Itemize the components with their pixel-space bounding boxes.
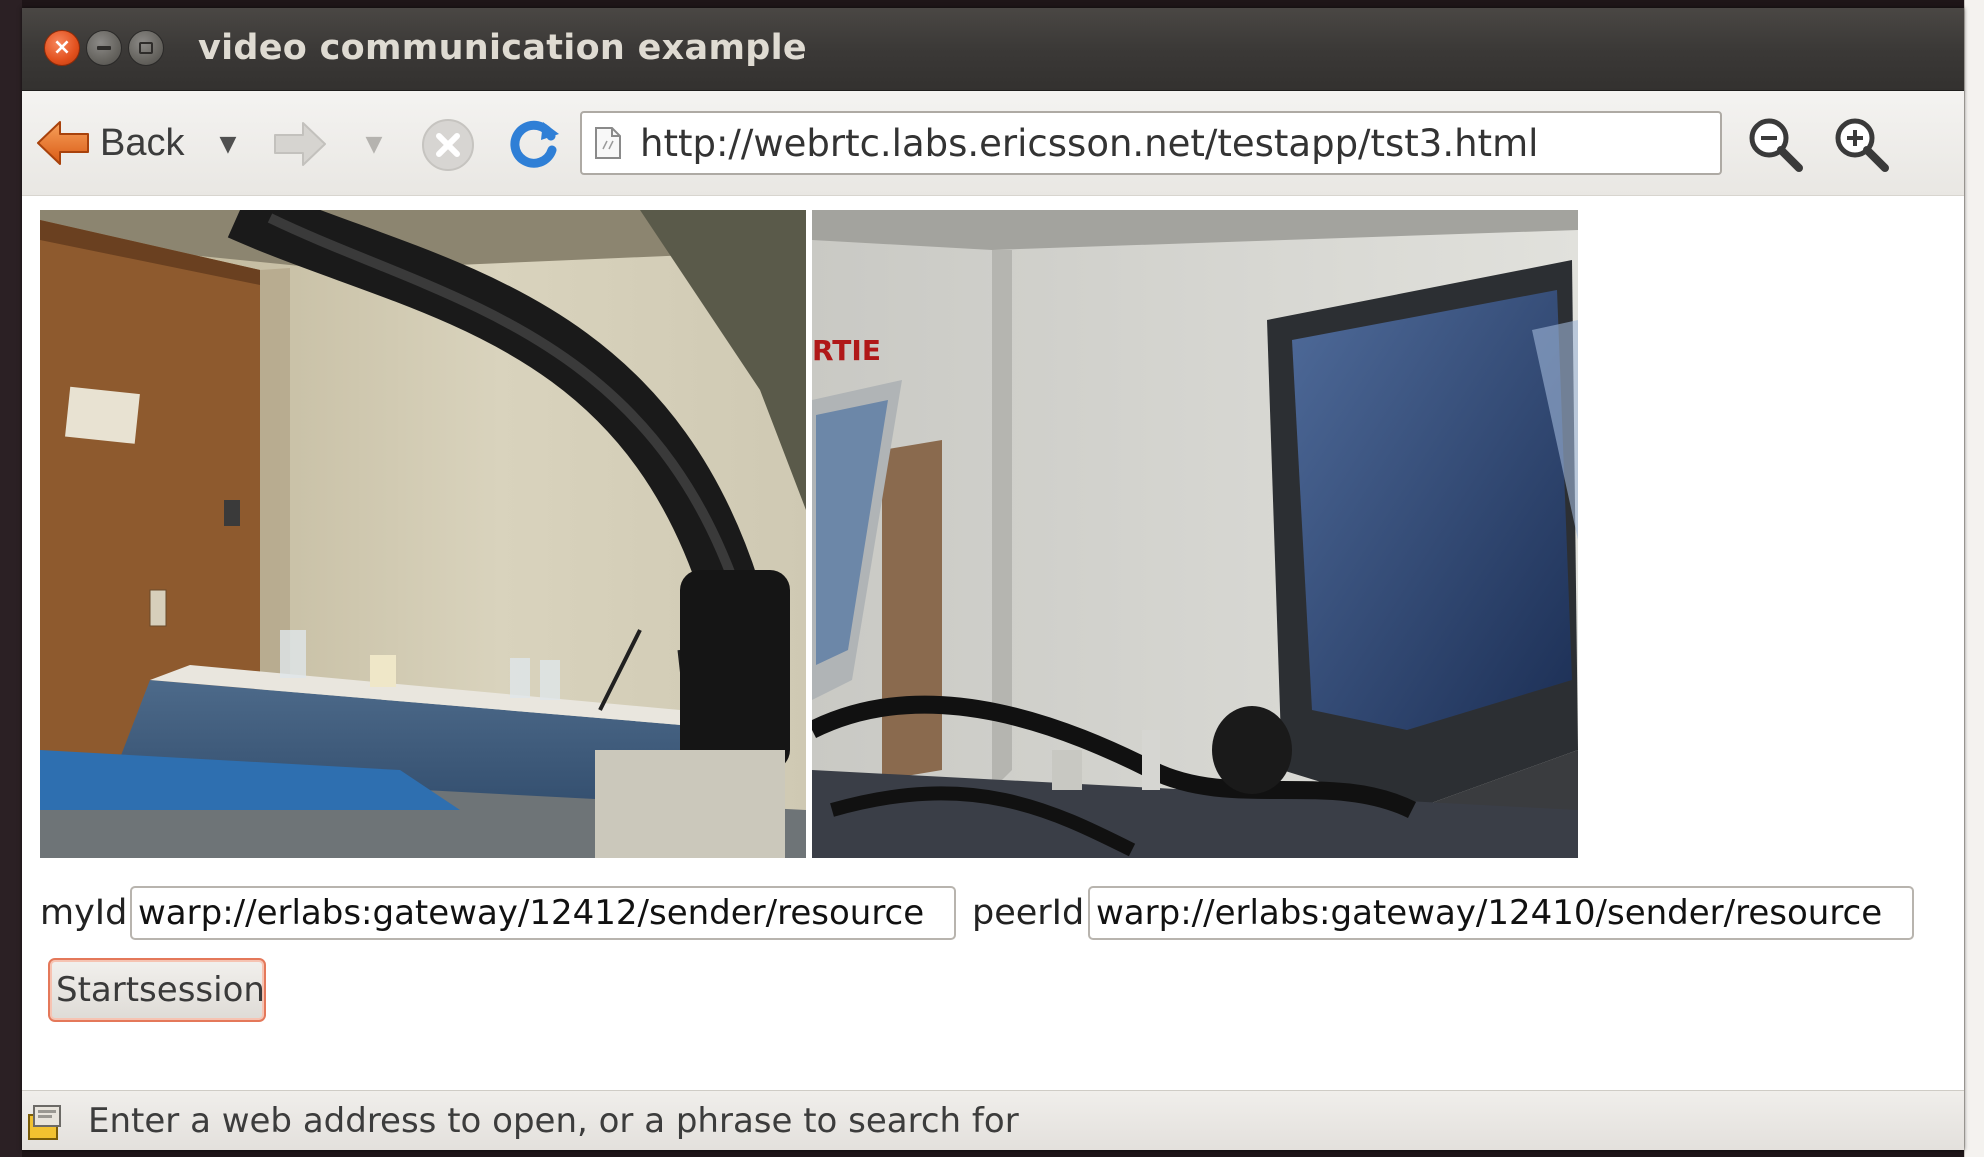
maximize-icon <box>139 42 153 54</box>
desktop-background-right <box>1964 0 1984 1157</box>
window-title: video communication example <box>198 28 807 68</box>
remote-video: RTIE <box>812 210 1578 858</box>
desktop-background-left <box>0 0 22 1157</box>
status-bar: Enter a web address to open, or a phrase… <box>22 1090 1964 1150</box>
browser-window: × video communication example Back ▼ ▼ h… <box>22 8 1964 1150</box>
local-video-frame <box>40 210 806 858</box>
reload-icon <box>510 120 559 168</box>
forward-history-dropdown[interactable]: ▼ <box>360 129 388 159</box>
security-lock-icon <box>28 1105 61 1140</box>
stop-button[interactable] <box>420 117 476 173</box>
close-window-button[interactable]: × <box>44 30 80 66</box>
close-icon: × <box>52 35 72 60</box>
peerid-input[interactable] <box>1088 886 1914 940</box>
navigation-toolbar: Back ▼ ▼ <box>22 91 1964 196</box>
forward-arrow-icon <box>274 122 326 166</box>
forward-button[interactable] <box>270 117 330 171</box>
chevron-down-icon: ▼ <box>365 131 383 157</box>
back-arrow-icon <box>37 121 89 165</box>
minimize-icon <box>97 46 111 50</box>
status-text: Enter a web address to open, or a phrase… <box>88 1101 1019 1141</box>
maximize-window-button[interactable] <box>128 30 164 66</box>
chevron-down-icon: ▼ <box>219 131 237 157</box>
page-icon <box>595 127 621 159</box>
reload-button[interactable] <box>504 113 564 173</box>
minimize-window-button[interactable] <box>86 30 122 66</box>
local-video <box>40 210 806 858</box>
back-label: Back <box>100 121 185 164</box>
myid-input[interactable] <box>130 886 956 940</box>
title-bar: × video communication example <box>22 8 1964 91</box>
remote-video-sign: RTIE <box>812 334 881 367</box>
myid-label: myId: <box>40 893 140 933</box>
page-content: RTIE myId: peerId: <box>22 196 1964 1090</box>
remote-video-frame: RTIE <box>812 210 1578 858</box>
zoom-out-button[interactable] <box>1744 113 1806 175</box>
url-input[interactable] <box>640 121 1700 165</box>
back-button[interactable]: Back <box>36 111 204 175</box>
back-history-dropdown[interactable]: ▼ <box>214 129 242 159</box>
start-session-button[interactable]: Startsession <box>48 958 266 1022</box>
peerid-label: peerId: <box>972 893 1097 933</box>
zoom-in-icon <box>1835 118 1889 172</box>
address-bar[interactable] <box>580 111 1722 175</box>
zoom-in-button[interactable] <box>1830 113 1892 175</box>
stop-icon <box>422 119 474 171</box>
zoom-out-icon <box>1749 118 1803 172</box>
